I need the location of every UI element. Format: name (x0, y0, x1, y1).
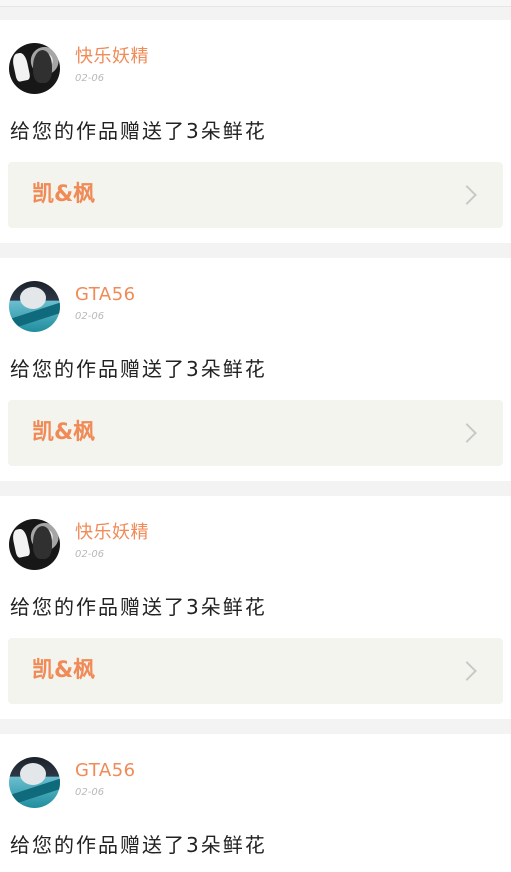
notification-meta: 快乐妖精 02-06 (75, 43, 149, 86)
notification-header: GTA56 02-06 (8, 734, 503, 809)
notification-meta: 快乐妖精 02-06 (75, 519, 149, 562)
notification-header: GTA56 02-06 (8, 258, 503, 333)
notification-list: 快乐妖精 02-06 给您的作品赠送了3朵鲜花 凯&枫 GTA56 02-06 … (0, 7, 511, 872)
notification-message: 给您的作品赠送了3朵鲜花 (10, 595, 267, 619)
notification-card: 快乐妖精 02-06 给您的作品赠送了3朵鲜花 凯&枫 (0, 496, 511, 719)
notification-card: GTA56 02-06 给您的作品赠送了3朵鲜花 凯&枫 (0, 258, 511, 481)
notification-date: 02-06 (75, 311, 105, 322)
notification-header: 快乐妖精 02-06 (8, 496, 503, 571)
work-title: 凯&枫 (32, 658, 96, 683)
notification-message: 给您的作品赠送了3朵鲜花 (10, 833, 267, 857)
work-link[interactable]: 凯&枫 (8, 400, 503, 466)
notification-card: GTA56 02-06 给您的作品赠送了3朵鲜花 (0, 734, 511, 872)
notification-date: 02-06 (75, 73, 105, 84)
notification-card: 快乐妖精 02-06 给您的作品赠送了3朵鲜花 凯&枫 (0, 20, 511, 243)
avatar[interactable] (9, 757, 60, 808)
avatar[interactable] (9, 43, 60, 94)
username[interactable]: GTA56 (75, 757, 136, 785)
top-divider (0, 0, 511, 7)
chevron-right-icon (457, 423, 477, 443)
avatar[interactable] (9, 519, 60, 570)
notification-message: 给您的作品赠送了3朵鲜花 (10, 357, 267, 381)
notification-date: 02-06 (75, 787, 105, 798)
notification-screen: { "notifications": [ { "username": "快乐妖精… (0, 0, 511, 872)
username[interactable]: GTA56 (75, 281, 136, 309)
chevron-right-icon (457, 661, 477, 681)
notification-header: 快乐妖精 02-06 (8, 20, 503, 95)
chevron-right-icon (457, 185, 477, 205)
work-link[interactable]: 凯&枫 (8, 162, 503, 228)
avatar[interactable] (9, 281, 60, 332)
username[interactable]: 快乐妖精 (75, 43, 149, 71)
username[interactable]: 快乐妖精 (75, 519, 149, 547)
work-title: 凯&枫 (32, 182, 96, 207)
notification-meta: GTA56 02-06 (75, 281, 136, 324)
notification-message: 给您的作品赠送了3朵鲜花 (10, 119, 267, 143)
work-link[interactable]: 凯&枫 (8, 638, 503, 704)
notification-meta: GTA56 02-06 (75, 757, 136, 800)
notification-date: 02-06 (75, 549, 105, 560)
work-title: 凯&枫 (32, 420, 96, 445)
